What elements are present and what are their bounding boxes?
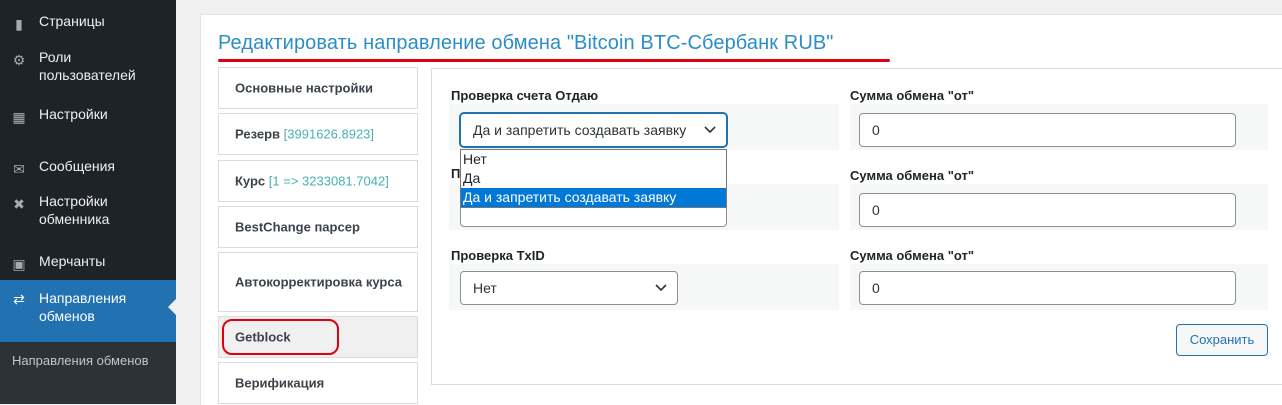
sidebar-item-pages[interactable]: ▮ Страницы <box>0 10 176 38</box>
sidebar-item-exchange-directions[interactable]: ⇄ Направления обменов <box>0 280 176 342</box>
amount-from-label: Сумма обмена "от" <box>850 88 975 103</box>
sidebar-item-user-roles[interactable]: ⚙ Роли пользователей <box>0 46 176 92</box>
tab-label: Резерв <box>235 126 281 142</box>
input-value: 0 <box>872 122 880 138</box>
sidebar-subitem-label: Направления обменов <box>12 353 149 368</box>
tab-main-settings[interactable]: Основные настройки <box>218 67 418 109</box>
exchange-icon: ⇄ <box>13 291 25 307</box>
tab-label: Курс <box>235 173 266 189</box>
sidebar-subitem-exchange-directions[interactable]: Направления обменов <box>0 342 176 404</box>
tab-reserve[interactable]: Резерв [3991626.8923] <box>218 113 418 155</box>
tab-verification[interactable]: Верификация <box>218 362 418 404</box>
active-indicator <box>168 299 176 315</box>
page-title: Редактировать направление обмена "Bitcoi… <box>218 32 834 54</box>
tools-icon: ✖ <box>13 196 25 212</box>
sidebar-item-label: Сообщения <box>39 158 115 174</box>
sidebar-item-label: Направления обменов <box>39 290 127 324</box>
dropdown-option-yes-forbid[interactable]: Да и запретить создавать заявку <box>461 188 726 207</box>
tab-label: Верификация <box>235 375 325 391</box>
sidebar-item-label: Роли пользователей <box>39 49 136 83</box>
users-icon: ⚙ <box>12 52 26 68</box>
sidebar-item-settings[interactable]: ▦ Настройки <box>0 103 176 131</box>
dropdown-option-yes[interactable]: Да <box>461 169 726 188</box>
amount-from-input[interactable]: 0 <box>859 271 1236 305</box>
sidebar-item-label: Страницы <box>39 13 105 29</box>
txid-check-label: Проверка TxID <box>451 248 545 263</box>
input-value: 0 <box>872 280 880 296</box>
title-annotation-underline <box>218 59 890 62</box>
tab-bestchange-parser[interactable]: BestChange парсер <box>218 206 418 248</box>
input-value: 0 <box>872 202 880 218</box>
tab-value: [3991626.8923] <box>283 126 375 142</box>
sidebar-item-merchants[interactable]: ▣ Мерчанты <box>0 250 176 278</box>
merchants-icon: ▣ <box>12 256 26 272</box>
save-button[interactable]: Сохранить <box>1176 324 1268 356</box>
account-check-select[interactable]: Да и запретить создавать заявку <box>460 113 727 147</box>
tab-value: [1 => 3233081.7042] <box>268 173 389 189</box>
amount-from-label: Сумма обмена "от" <box>850 248 975 263</box>
amount-from-input[interactable]: 0 <box>859 193 1236 227</box>
chevron-down-icon <box>655 284 667 292</box>
txid-check-select[interactable]: Нет <box>460 271 678 305</box>
amount-from-input[interactable]: 0 <box>859 113 1236 147</box>
dropdown-option-no[interactable]: Нет <box>461 150 726 169</box>
admin-sidebar: ▮ Страницы ⚙ Роли пользователей ▦ Настро… <box>0 0 176 404</box>
tab-auto-correction[interactable]: Автокорректировка курса <box>218 252 418 312</box>
sidebar-item-exchanger-settings[interactable]: ✖ Настройки обменника <box>0 190 176 236</box>
select-value: Да и запретить создавать заявку <box>473 122 687 138</box>
sidebar-item-label: Мерчанты <box>39 253 106 269</box>
account-check-label: Проверка счета Отдаю <box>451 88 599 103</box>
chevron-down-icon <box>704 126 716 134</box>
sidebar-item-label: Настройки <box>39 106 108 122</box>
hidden-field-label: П <box>451 166 461 181</box>
pages-icon: ▮ <box>15 16 23 32</box>
tab-label: Основные настройки <box>235 80 373 96</box>
settings-icon: ▦ <box>12 109 26 125</box>
tab-label: BestChange парсер <box>235 219 360 235</box>
getblock-annotation-circle <box>222 319 339 355</box>
mail-icon: ✉ <box>13 161 25 177</box>
select-value: Нет <box>473 280 497 296</box>
sidebar-item-label: Настройки обменника <box>39 193 110 227</box>
sidebar-item-messages[interactable]: ✉ Сообщения <box>0 155 176 183</box>
account-check-dropdown[interactable]: Нет Да Да и запретить создавать заявку <box>460 149 727 208</box>
tab-rate[interactable]: Курс [1 => 3233081.7042] <box>218 160 418 202</box>
amount-from-label: Сумма обмена "от" <box>850 168 975 183</box>
tab-label: Автокорректировка курса <box>235 274 402 290</box>
